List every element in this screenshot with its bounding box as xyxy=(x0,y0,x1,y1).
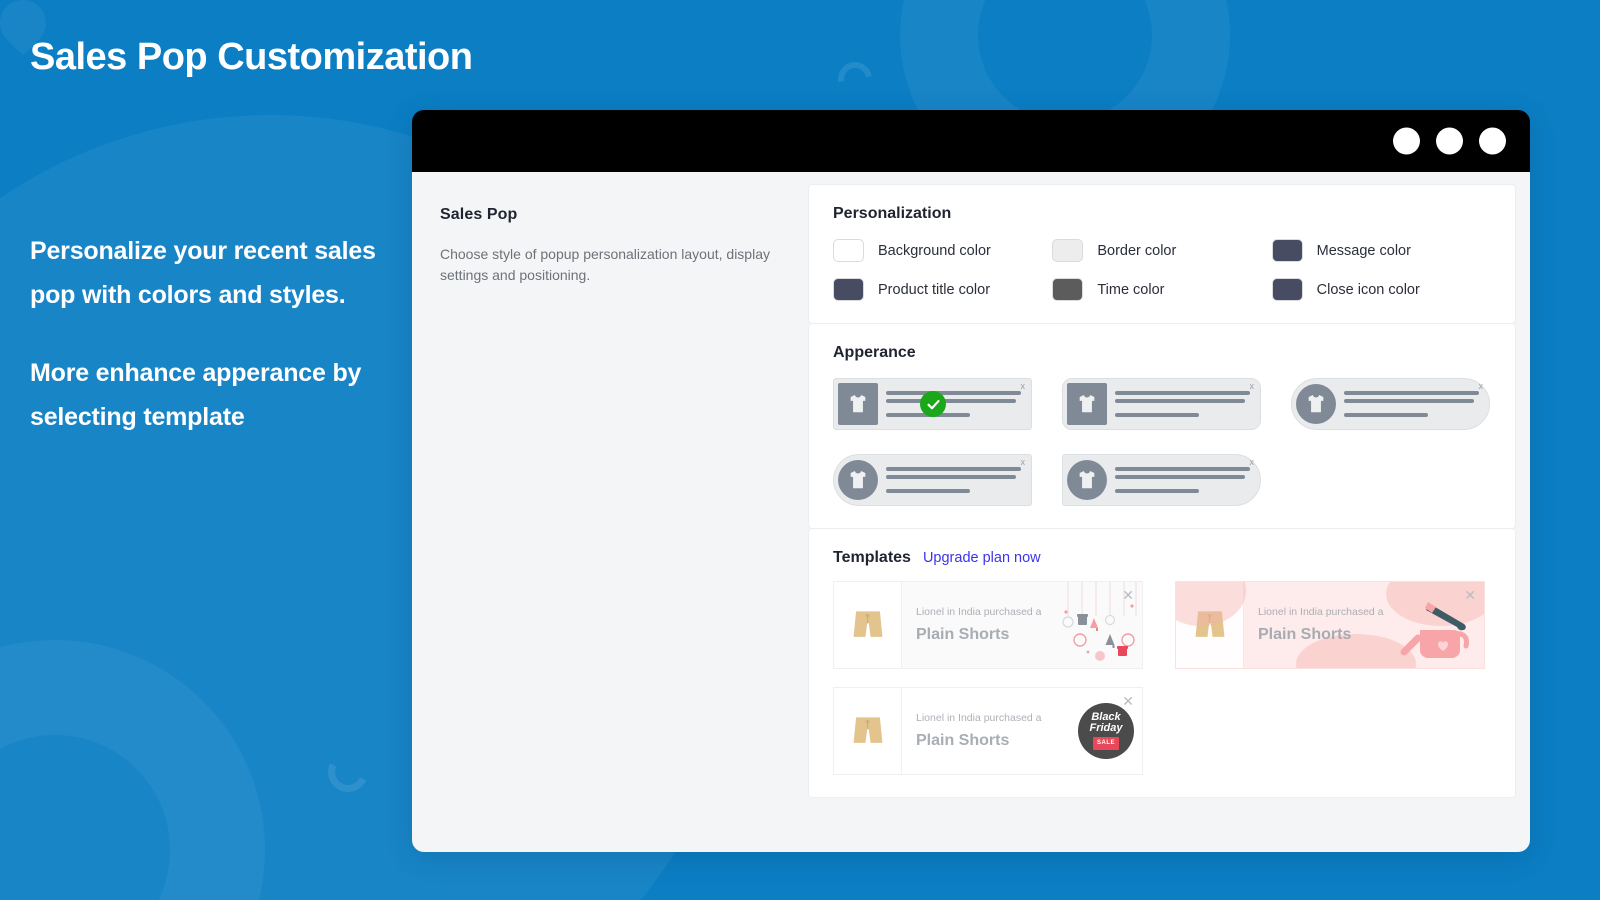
color-label-5: Close icon color xyxy=(1316,281,1420,298)
deco-ring-bottom-left xyxy=(0,640,265,900)
product-title: Plain Shorts xyxy=(916,626,1010,643)
product-thumbnail xyxy=(1176,582,1244,668)
selected-check-icon xyxy=(920,391,946,417)
settings-content: Personalization Background color Border c… xyxy=(808,172,1530,852)
hero-paragraph-1: Personalize your recent sales pop with c… xyxy=(30,237,376,309)
color-label-4: Time color xyxy=(1097,281,1165,298)
browser-window: Sales Pop Choose style of popup personal… xyxy=(412,110,1530,852)
color-row-3: Product title color xyxy=(833,278,1052,301)
window-dot-1[interactable] xyxy=(1393,127,1420,155)
appearance-title: Apperance xyxy=(833,344,916,361)
templates-header: Templates Upgrade plan now xyxy=(833,549,1491,567)
preview-lines xyxy=(1344,391,1483,417)
hero-paragraph-2: More enhance apperance by selecting temp… xyxy=(30,359,362,431)
sidebar-title: Sales Pop xyxy=(440,206,518,223)
color-row-5: Close icon color xyxy=(1271,278,1491,301)
template-text: Lionel in India purchased a Plain Shorts xyxy=(902,712,1058,750)
appearance-option-4[interactable]: x xyxy=(833,454,1032,506)
appearance-grid: x x x x x xyxy=(833,378,1491,506)
color-row-4: Time color xyxy=(1052,278,1271,301)
page-title: Sales Pop Customization xyxy=(30,36,473,78)
color-row-1: Border color xyxy=(1052,239,1271,262)
preview-lines xyxy=(886,467,1025,493)
close-icon[interactable]: x xyxy=(1479,382,1484,391)
close-icon[interactable]: x xyxy=(1250,382,1255,391)
window-dot-3[interactable] xyxy=(1479,127,1506,155)
tshirt-icon xyxy=(838,460,878,500)
color-label-2: Message color xyxy=(1316,242,1411,259)
color-swatch-1[interactable] xyxy=(1052,239,1084,262)
templates-grid: Lionel in India purchased a Plain Shorts ✕… xyxy=(833,581,1491,775)
close-icon[interactable]: ✕ xyxy=(1122,694,1134,708)
color-row-2: Message color xyxy=(1271,239,1491,262)
close-icon[interactable]: ✕ xyxy=(1122,588,1134,602)
close-icon[interactable]: x xyxy=(1021,458,1026,467)
upgrade-plan-link[interactable]: Upgrade plan now xyxy=(923,550,1041,566)
appearance-option-5[interactable]: x xyxy=(1062,454,1261,506)
product-title: Plain Shorts xyxy=(1258,626,1352,643)
deco-arc-bottom xyxy=(322,746,374,798)
tshirt-icon xyxy=(1067,460,1107,500)
close-icon[interactable]: x xyxy=(1250,458,1255,467)
color-row-0: Background color xyxy=(833,239,1052,262)
personalization-card: Personalization Background color Border c… xyxy=(808,184,1516,324)
hero-copy: Sales Pop Customization Personalize your… xyxy=(30,0,473,439)
tshirt-icon xyxy=(838,383,878,425)
color-swatch-4[interactable] xyxy=(1052,278,1084,301)
template-black-friday[interactable]: Lionel in India purchased a Plain Shorts B… xyxy=(833,687,1143,775)
tshirt-icon xyxy=(1296,384,1336,424)
color-label-1: Border color xyxy=(1097,242,1177,259)
window-controls xyxy=(1393,127,1506,155)
product-thumbnail xyxy=(834,582,902,668)
personalization-title: Personalization xyxy=(833,205,952,222)
app-body: Sales Pop Choose style of popup personal… xyxy=(412,172,1530,852)
templates-title: Templates xyxy=(833,549,911,566)
template-text: Lionel in India purchased a Plain Shorts xyxy=(1244,606,1400,644)
appearance-option-3[interactable]: x xyxy=(1291,378,1490,430)
appearance-option-1[interactable]: x xyxy=(833,378,1032,430)
black-friday-seal-icon: Black Friday SALE xyxy=(1078,703,1134,759)
settings-sidebar: Sales Pop Choose style of popup personal… xyxy=(412,172,808,852)
product-title: Plain Shorts xyxy=(916,732,1010,749)
appearance-card: Apperance x x x x x xyxy=(808,324,1516,529)
purchase-message: Lionel in India purchased a xyxy=(1258,606,1384,618)
templates-card: Templates Upgrade plan now Lionel in Ind… xyxy=(808,529,1516,798)
appearance-option-2[interactable]: x xyxy=(1062,378,1261,430)
browser-titlebar xyxy=(412,110,1530,172)
color-label-3: Product title color xyxy=(878,281,991,298)
window-dot-2[interactable] xyxy=(1436,127,1463,155)
close-icon[interactable]: x xyxy=(1021,382,1026,391)
color-grid: Background color Border color Message colo… xyxy=(833,239,1491,301)
color-swatch-3[interactable] xyxy=(833,278,864,301)
sidebar-description: Choose style of popup personalization la… xyxy=(440,246,770,283)
purchase-message: Lionel in India purchased a xyxy=(916,606,1042,618)
color-swatch-5[interactable] xyxy=(1271,278,1303,301)
close-icon[interactable]: ✕ xyxy=(1464,588,1476,602)
purchase-message: Lionel in India purchased a xyxy=(916,712,1042,724)
color-swatch-2[interactable] xyxy=(1271,239,1303,262)
product-thumbnail xyxy=(834,688,902,774)
color-label-0: Background color xyxy=(878,242,991,259)
deco-arc-top xyxy=(831,55,879,103)
template-text: Lionel in India purchased a Plain Shorts xyxy=(902,606,1058,644)
template-valentine[interactable]: Lionel in India purchased a Plain Shorts ✕ xyxy=(1175,581,1485,669)
preview-lines xyxy=(1115,391,1254,417)
tshirt-icon xyxy=(1067,383,1107,425)
color-swatch-0[interactable] xyxy=(833,239,864,262)
preview-lines xyxy=(1115,467,1254,493)
template-christmas[interactable]: Lionel in India purchased a Plain Shorts ✕ xyxy=(833,581,1143,669)
preview-lines xyxy=(886,391,1025,417)
